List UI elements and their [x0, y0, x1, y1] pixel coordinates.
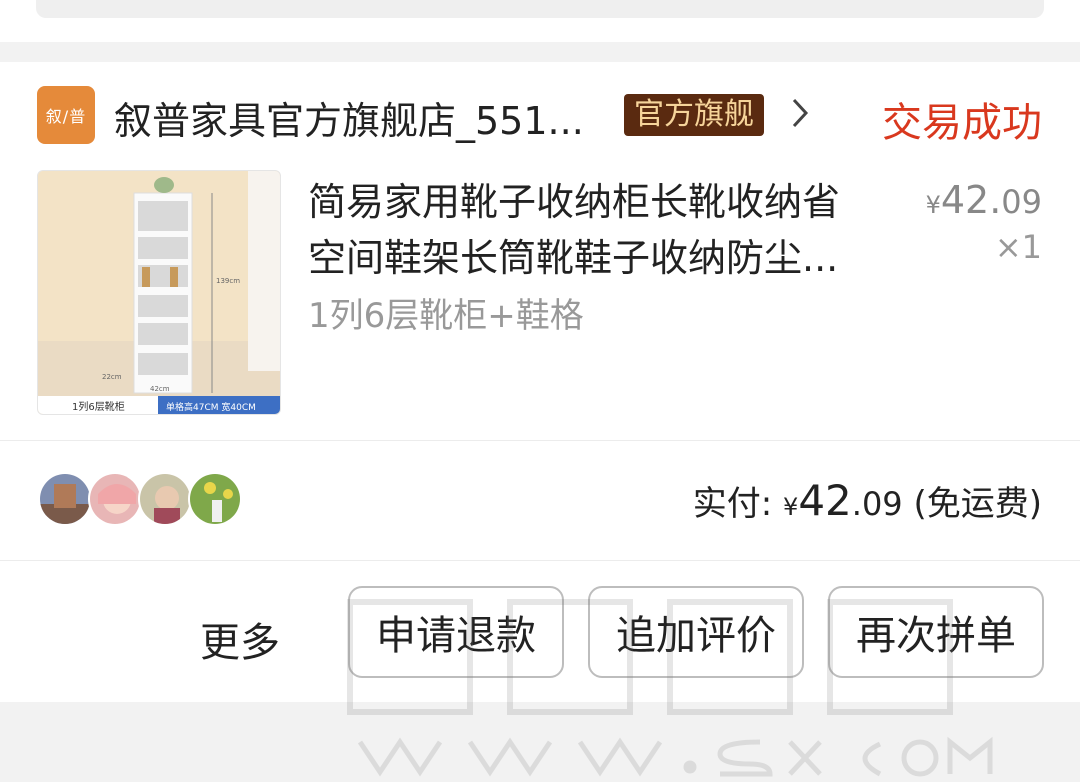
avatar [138, 472, 192, 526]
price-int: 42. [940, 178, 1002, 222]
order-card[interactable]: 叙/普 叙普家具官方旗舰店_551... 官方旗舰 交易成功 139cm 22c… [0, 62, 1080, 777]
image-dim-depth: 22cm [102, 373, 122, 381]
paid-label: 实付: [692, 484, 784, 524]
image-dim-height: 139cm [216, 277, 240, 285]
add-review-button[interactable]: 追加评价 [588, 586, 804, 678]
order-status: 交易成功 [882, 100, 1042, 146]
divider [0, 440, 1080, 441]
image-caption-right: 单格高47CM 宽40CM [166, 401, 256, 413]
divider [0, 560, 1080, 561]
more-button[interactable]: 更多 [200, 610, 280, 668]
avatar [188, 472, 242, 526]
shop-logo[interactable]: 叙/普 [37, 86, 95, 144]
reorder-button[interactable]: 再次拼单 [828, 586, 1044, 678]
previous-card-edge [0, 0, 1080, 42]
actual-payment: 实付: ¥42.09 (免运费) [693, 476, 1042, 525]
product-quantity: ×1 [994, 228, 1042, 266]
avatar [88, 472, 142, 526]
product-title-line1: 简易家用靴子收纳柜长靴收纳省 [308, 180, 841, 224]
shipping-note: (免运费) [902, 484, 1042, 524]
paid-amount-dec: .09 [851, 485, 903, 523]
product-image[interactable]: 139cm 22cm 42cm 1列6层靴柜 单格高47CM 宽40CM [37, 170, 281, 415]
official-store-badge: 官方旗舰 [624, 94, 764, 136]
image-caption-left: 1列6层靴柜 [72, 400, 125, 413]
product-price: ¥42.09 [926, 178, 1042, 222]
price-dec: 09 [1001, 183, 1042, 221]
shop-name[interactable]: 叙普家具官方旗舰店_551... [114, 90, 584, 145]
paid-amount-int: 42 [798, 476, 852, 525]
product-spec: 1列6层靴柜+鞋格 [308, 296, 584, 336]
product-title-line2: 空间鞋架长筒靴鞋子收纳防尘... [308, 236, 839, 280]
price-symbol: ¥ [925, 191, 941, 219]
buyer-avatars[interactable] [38, 472, 242, 528]
image-dim-width: 42cm [150, 385, 170, 393]
previous-card-bottom [36, 0, 1044, 18]
request-refund-button[interactable]: 申请退款 [348, 586, 564, 678]
chevron-right-icon[interactable] [786, 96, 814, 130]
avatar [38, 472, 92, 526]
paid-symbol: ¥ [783, 493, 799, 521]
product-title[interactable]: 简易家用靴子收纳柜长靴收纳省 空间鞋架长筒靴鞋子收纳防尘... [308, 174, 908, 286]
